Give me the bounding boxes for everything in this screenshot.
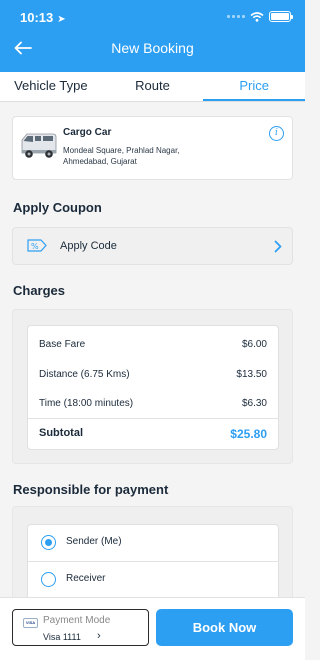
payer-section-title: Responsible for payment bbox=[13, 482, 169, 497]
payment-mode-selector[interactable]: VISA Payment Mode Visa 1111 › bbox=[12, 609, 149, 646]
status-icons bbox=[227, 11, 293, 22]
charge-label: Distance (6.75 Kms) bbox=[39, 369, 130, 380]
charges-section-title: Charges bbox=[13, 283, 66, 298]
location-arrow-icon: ➤ bbox=[57, 14, 66, 25]
payment-mode-title: Payment Mode bbox=[43, 615, 111, 626]
info-icon[interactable]: i bbox=[269, 126, 284, 141]
apply-code-label: Apply Code bbox=[60, 240, 117, 252]
payer-option-label: Sender (Me) bbox=[66, 536, 122, 547]
vehicle-card: Cargo Car Mondeal Square, Prahlad Nagar,… bbox=[12, 116, 293, 180]
subtotal-amount: $25.80 bbox=[230, 427, 267, 441]
booking-tabs: Vehicle Type Route Price bbox=[0, 72, 306, 102]
visa-card-icon: VISA bbox=[23, 618, 38, 628]
book-now-button[interactable]: Book Now bbox=[156, 609, 293, 646]
page-title: New Booking bbox=[111, 40, 194, 56]
svg-text:%: % bbox=[31, 242, 39, 251]
charge-label: Base Fare bbox=[39, 339, 86, 350]
status-time: 10:13 ➤ bbox=[20, 10, 66, 25]
charges-divider bbox=[28, 418, 278, 419]
van-icon bbox=[21, 133, 57, 158]
payer-option-receiver[interactable]: Receiver bbox=[28, 561, 278, 597]
payment-mode-value: Visa 1111 bbox=[43, 632, 81, 642]
radio-selected[interactable] bbox=[41, 535, 56, 550]
charge-amount: $6.00 bbox=[241, 339, 267, 350]
charge-label: Time (18:00 minutes) bbox=[39, 398, 134, 409]
vehicle-address: Mondeal Square, Prahlad Nagar, Ahmedabad… bbox=[63, 145, 233, 167]
battery-icon bbox=[269, 11, 293, 22]
tab-vehicle-type[interactable]: Vehicle Type bbox=[0, 72, 102, 101]
vehicle-address-line-2: Ahmedabad, Gujarat bbox=[63, 157, 137, 166]
app-header: 10:13 ➤ New Booking bbox=[0, 0, 305, 72]
tab-route[interactable]: Route bbox=[102, 72, 204, 101]
vehicle-name: Cargo Car bbox=[63, 127, 112, 138]
charges-panel: Base Fare $6.00 Distance (6.75 Kms) $13.50… bbox=[12, 309, 293, 464]
subtotal-label: Subtotal bbox=[39, 427, 83, 439]
chevron-right-icon: › bbox=[97, 630, 101, 642]
wifi-icon bbox=[250, 11, 264, 22]
chevron-right-icon bbox=[274, 240, 282, 253]
status-time-text: 10:13 bbox=[20, 10, 54, 25]
tab-price[interactable]: Price bbox=[203, 72, 306, 101]
coupon-tag-icon: % bbox=[27, 239, 47, 252]
signal-icon bbox=[227, 15, 245, 18]
charge-amount: $6.30 bbox=[241, 398, 267, 409]
vehicle-address-line-1: Mondeal Square, Prahlad Nagar, bbox=[63, 146, 180, 155]
charges-table: Base Fare $6.00 Distance (6.75 Kms) $13.50… bbox=[27, 325, 279, 450]
bottom-action-bar: VISA Payment Mode Visa 1111 › Book Now bbox=[0, 597, 305, 660]
coupon-section-title: Apply Coupon bbox=[13, 200, 102, 215]
charge-row-base-fare: Base Fare $6.00 bbox=[39, 339, 267, 355]
charge-amount: $13.50 bbox=[236, 369, 267, 380]
charge-row-time: Time (18:00 minutes) $6.30 bbox=[39, 398, 267, 414]
payer-panel: Sender (Me) Receiver bbox=[12, 506, 293, 614]
charge-row-subtotal: Subtotal $25.80 bbox=[39, 427, 267, 443]
charge-row-distance: Distance (6.75 Kms) $13.50 bbox=[39, 369, 267, 385]
apply-coupon-button[interactable]: % Apply Code bbox=[12, 227, 293, 265]
payer-option-label: Receiver bbox=[66, 573, 106, 584]
radio-unselected[interactable] bbox=[41, 572, 56, 587]
payer-option-sender[interactable]: Sender (Me) bbox=[28, 525, 278, 561]
